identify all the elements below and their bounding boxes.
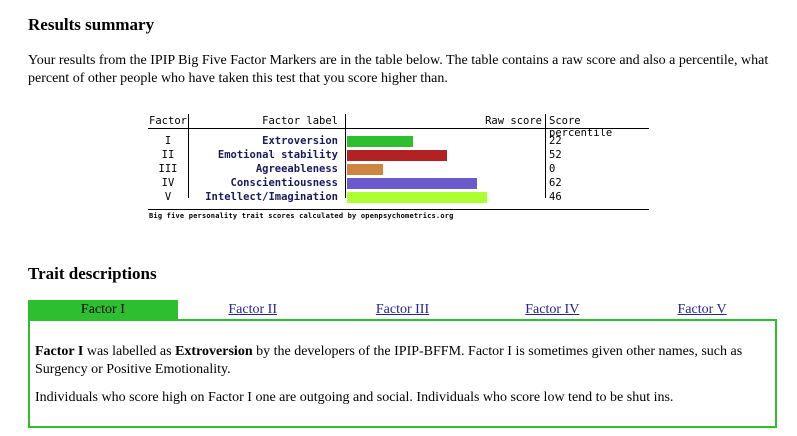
factor-numeral: IV — [161, 177, 175, 189]
factor-label: Extroversion — [262, 135, 338, 147]
table-bottom-rule — [148, 209, 649, 210]
table-row: III Agreeableness 0 — [148, 162, 649, 176]
factor-label: Emotional stability — [217, 149, 338, 161]
factor-label: Conscientiousness — [230, 177, 338, 189]
tab-factor-1[interactable]: Factor I — [28, 300, 178, 319]
score-bar — [347, 164, 383, 175]
factor-numeral: II — [161, 149, 175, 161]
header-factor: Factor — [149, 115, 187, 127]
factor-label: Agreeableness — [255, 163, 338, 175]
table-row: V Intellect/Imagination 46 — [148, 190, 649, 204]
score-bar — [347, 136, 413, 147]
tab-factor-2[interactable]: Factor II — [178, 300, 328, 319]
score-bar — [347, 192, 487, 203]
trait-description-panel: Factor I was labelled as Extroversion by… — [28, 319, 777, 428]
table-row: IV Conscientiousness 62 — [148, 176, 649, 190]
factor-label-name: Extroversion — [175, 344, 253, 359]
table-footnote: Big five personality trait scores calcul… — [149, 212, 454, 220]
factor-label: Intellect/Imagination — [205, 191, 338, 203]
score-percentile: 62 — [549, 177, 562, 189]
header-raw-score: Raw score — [485, 115, 542, 127]
tab-factor-5[interactable]: Factor V — [627, 300, 777, 319]
header-divider — [148, 128, 649, 129]
factor-tabs: Factor I Factor II Factor III Factor IV … — [28, 300, 777, 319]
table-row: I Extroversion 22 — [148, 134, 649, 148]
description-text: was labelled as — [83, 344, 176, 359]
tab-factor-4[interactable]: Factor IV — [477, 300, 627, 319]
score-percentile: 46 — [549, 191, 562, 203]
trait-descriptions-heading: Trait descriptions — [28, 264, 157, 283]
score-percentile: 0 — [549, 163, 556, 175]
results-table: Factor Factor label Raw score Score perc… — [148, 114, 649, 225]
factor-numeral: V — [164, 191, 172, 203]
factor-numeral: I — [164, 135, 172, 147]
header-factor-label: Factor label — [262, 115, 338, 127]
factor-numeral: III — [158, 163, 178, 175]
score-bar — [347, 150, 447, 161]
score-percentile: 22 — [549, 135, 562, 147]
intro-text: Your results from the IPIP Big Five Fact… — [28, 53, 769, 86]
tab-factor-3[interactable]: Factor III — [328, 300, 478, 319]
score-percentile: 52 — [549, 149, 562, 161]
factor-interpretation: Individuals who score high on Factor I o… — [35, 390, 674, 405]
factor-name: Factor I — [35, 344, 84, 359]
factor-description: Factor I was labelled as Extroversion by… — [35, 343, 770, 379]
results-summary-heading: Results summary — [28, 15, 155, 34]
table-row: II Emotional stability 52 — [148, 148, 649, 162]
score-bar — [347, 178, 477, 189]
